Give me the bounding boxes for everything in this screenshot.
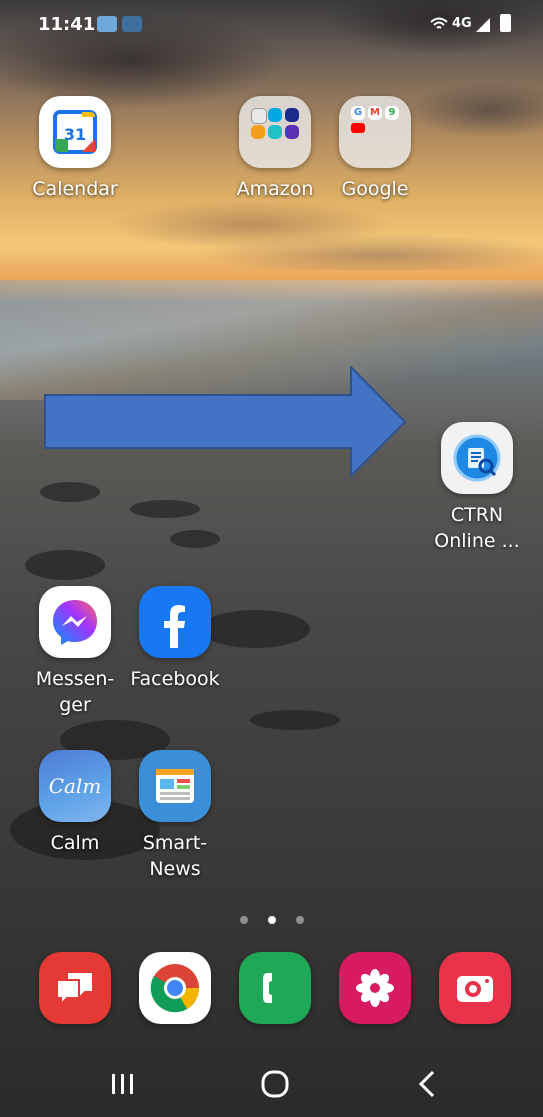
facebook-icon xyxy=(139,586,211,658)
dock xyxy=(0,952,543,1032)
facebook-label: Facebook xyxy=(130,668,220,690)
flower-icon xyxy=(339,952,411,1024)
amazon-mini-icon xyxy=(251,108,267,124)
phone-app[interactable] xyxy=(230,952,320,1024)
wallpaper-footprint xyxy=(25,550,105,580)
gmail-mini-icon: M xyxy=(368,106,382,120)
messenger-label-line1: Messen- xyxy=(35,668,115,690)
recent-apps-button[interactable] xyxy=(103,1064,143,1104)
prime-mini-icon xyxy=(285,108,299,122)
page-dot[interactable] xyxy=(239,916,248,924)
photos-mini-icon xyxy=(285,125,299,139)
smartnews-label-line1: Smart- xyxy=(142,832,208,854)
messenger-app[interactable]: Messen- ger xyxy=(30,586,120,718)
folder-icon xyxy=(239,96,311,168)
smartnews-icon xyxy=(139,750,211,822)
smartnews-label-line2: News xyxy=(149,858,201,880)
chrome-app[interactable] xyxy=(130,952,220,1024)
folder-icon: G M 9 xyxy=(339,96,411,168)
facebook-app[interactable]: Facebook xyxy=(130,586,220,692)
back-button[interactable] xyxy=(407,1064,447,1104)
right-arrow-annotation xyxy=(44,366,407,478)
maps-mini-icon: 9 xyxy=(385,106,399,120)
phone-icon xyxy=(239,952,311,1024)
chrome-icon xyxy=(139,952,211,1024)
notification-icon xyxy=(122,16,142,32)
youtube-mini-icon xyxy=(351,123,365,133)
ctrn-online-app[interactable]: CTRN Online ... xyxy=(432,422,522,554)
calendar-label: Calendar xyxy=(32,178,118,200)
home-screen: 11:41 4G 31 Calendar Amazon G M 9 Google… xyxy=(0,0,543,1117)
navigation-bar xyxy=(0,1050,543,1117)
messenger-icon xyxy=(39,586,111,658)
calendar-icon: 31 xyxy=(39,96,111,168)
wallpaper-footprint xyxy=(40,482,100,502)
wifi-icon xyxy=(430,16,448,32)
ctrn-label-line1: CTRN xyxy=(450,504,504,526)
amazon-folder[interactable]: Amazon xyxy=(230,96,320,202)
music-mini-icon xyxy=(268,125,282,139)
back-icon xyxy=(418,1070,435,1098)
camera-app[interactable] xyxy=(430,952,520,1024)
messenger-notification-icon xyxy=(97,16,117,32)
google-folder-label: Google xyxy=(341,178,409,200)
messenger-label: Messen- ger xyxy=(30,666,120,718)
recent-apps-icon xyxy=(112,1074,133,1094)
page-indicator xyxy=(0,909,543,928)
network-type: 4G xyxy=(452,16,472,31)
status-bar: 11:41 4G xyxy=(0,0,543,48)
ctrn-globe-icon xyxy=(441,422,513,494)
smartnews-label: Smart- News xyxy=(130,830,220,882)
calendar-app[interactable]: 31 Calendar xyxy=(30,96,120,202)
ctrn-label: CTRN Online ... xyxy=(432,502,522,554)
amazon-folder-label: Amazon xyxy=(236,178,314,200)
google-mini-icon: G xyxy=(351,106,365,120)
status-time: 11:41 xyxy=(38,14,96,35)
calendar-date: 31 xyxy=(64,125,86,144)
chat-bubbles-icon xyxy=(39,952,111,1024)
wallpaper-footprint xyxy=(250,710,340,730)
wallpaper-footprint xyxy=(170,530,220,548)
smartnews-app[interactable]: Smart- News xyxy=(130,750,220,882)
camera-icon xyxy=(439,952,511,1024)
alexa-mini-icon xyxy=(268,108,282,122)
page-dot[interactable] xyxy=(295,916,304,924)
ctrn-label-line2: Online ... xyxy=(434,530,520,552)
calm-app[interactable]: Calm Calm xyxy=(30,750,120,856)
wallpaper-footprint xyxy=(130,500,200,518)
messenger-label-line2: ger xyxy=(59,694,91,716)
calm-label: Calm xyxy=(50,832,100,854)
battery-icon xyxy=(500,14,511,32)
calm-icon-text: Calm xyxy=(48,774,102,798)
google-folder[interactable]: G M 9 Google xyxy=(330,96,420,202)
messages-app[interactable] xyxy=(30,952,120,1024)
signal-icon xyxy=(474,16,492,32)
home-button[interactable] xyxy=(255,1064,295,1104)
home-icon xyxy=(261,1070,289,1098)
flower-app[interactable] xyxy=(330,952,420,1024)
calm-icon: Calm xyxy=(39,750,111,822)
page-dot-active[interactable] xyxy=(267,916,276,924)
audible-mini-icon xyxy=(251,125,265,139)
